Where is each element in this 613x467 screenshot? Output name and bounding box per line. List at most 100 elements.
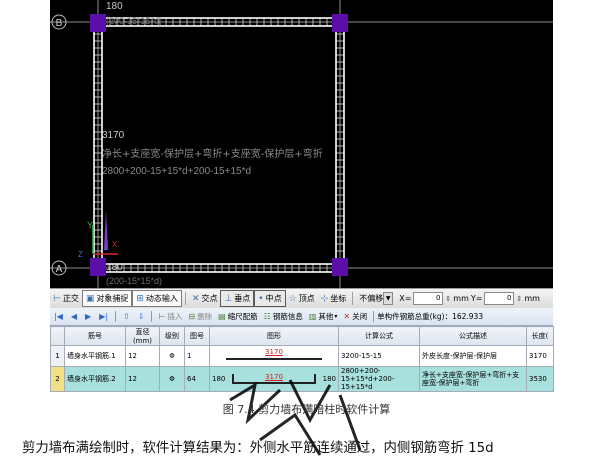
rebar-toolbar: |◀ ◀ ▶ ▶| ⇧ ⇩ ⊢ 插入 ⊟ 删除 ▤ 缩尺配筋 ☷ 钢筋信息 ▥ 其他 ▾ ✕… <box>50 308 553 326</box>
y-spinner-icon[interactable]: ⇕ <box>516 295 522 303</box>
dim-top-expr: (200-15*15*d) <box>106 16 162 26</box>
y-unit: mm <box>524 294 540 303</box>
vertex-button[interactable]: ☆ 顶点 <box>286 291 318 306</box>
ortho-button[interactable]: ⊢ 正交 <box>50 291 82 306</box>
cell-bar-name[interactable]: 墙身水平钢筋.1 <box>64 345 126 367</box>
cell-length[interactable]: 3530 <box>526 366 554 392</box>
ucs-y-label: Y <box>87 220 93 230</box>
header-figure-no[interactable]: 图号 <box>184 326 210 346</box>
toolbar-divider <box>352 292 354 305</box>
cell-grade[interactable]: Φ <box>159 345 185 367</box>
insert-label: 插入 <box>167 312 183 321</box>
dynamic-input-label: 动态输入 <box>145 294 178 303</box>
rebar-info-icon: ☷ <box>263 312 271 321</box>
ortho-icon: ⊢ <box>53 293 61 304</box>
outer-horizontal-rebar <box>93 17 345 273</box>
previous-record-icon[interactable]: ◀ <box>71 312 77 321</box>
insert-icon: ⊢ <box>158 312 166 321</box>
delete-button[interactable]: ⊟ 删除 <box>185 311 215 322</box>
dynamic-input-icon: ⊞ <box>136 293 144 304</box>
header-bar-name[interactable]: 筋号 <box>64 326 126 346</box>
scale-config-icon: ▤ <box>218 312 226 321</box>
ortho-label: 正交 <box>62 294 79 303</box>
total-weight-text: 单构件钢筋总重(kg)：162.933 <box>377 312 484 321</box>
other-label: 其他 <box>318 312 334 321</box>
x-label: X= <box>399 294 412 303</box>
body-paragraph: 剪力墙布满绘制时，软件计算结果为：外侧水平筋连续通过，内侧钢筋弯折 15d <box>22 441 494 456</box>
dynamic-input-button[interactable]: ⊞ 动态输入 <box>132 290 182 307</box>
other-button[interactable]: ▥ 其他 ▾ <box>306 311 341 322</box>
coordinate-label: 坐标 <box>330 294 347 303</box>
y-label: Y= <box>470 294 483 303</box>
midpoint-label: 中点 <box>265 294 282 303</box>
ucs-x-label: X <box>112 240 118 249</box>
close-label: 关闭 <box>352 312 368 321</box>
intersection-icon: ✕ <box>191 293 200 304</box>
last-record-icon[interactable]: ▶| <box>99 312 108 321</box>
cad-viewport[interactable]: B A 180 (200-15*15*d) 3170 净长+支座宽-保护层+弯折… <box>50 0 553 288</box>
header-length[interactable]: 长度( <box>526 326 554 346</box>
object-snap-button[interactable]: ▣ 对象捕捉 <box>81 290 133 307</box>
header-shape[interactable]: 图形 <box>209 326 339 346</box>
move-up-icon[interactable]: ⇧ <box>123 312 130 321</box>
snap-toolbar: ⊢ 正交 ▣ 对象捕捉 ⊞ 动态输入 ✕ 交点 ⊥ 垂点 • 中点 ☆ 顶点 ⊹ 坐标 不偏移 ▼… <box>50 288 553 309</box>
wall-rebar-ladders <box>94 18 344 272</box>
x-unit: mm <box>453 294 469 303</box>
first-record-icon[interactable]: |◀ <box>54 312 63 321</box>
chevron-down-icon: ▾ <box>334 313 338 320</box>
header-grade[interactable]: 级别 <box>159 326 185 346</box>
cad-drawing: B A 180 (200-15*15*d) 3170 净长+支座宽-保护层+弯折… <box>50 0 553 288</box>
object-snap-icon: ▣ <box>85 293 95 304</box>
other-icon: ▥ <box>308 312 317 321</box>
midpoint-button[interactable]: • 中点 <box>254 290 286 307</box>
header-diameter[interactable]: 直径(mm) <box>125 326 160 346</box>
dim-left: 3170 <box>102 130 125 141</box>
cell-description[interactable]: 外皮长度-保护层-保护层 <box>419 345 527 367</box>
column-top-left <box>90 14 106 32</box>
figure-caption: 图 7.4 剪力墙布满暗柱时软件计算 <box>222 403 391 416</box>
insert-button[interactable]: ⊢ 插入 <box>155 311 185 322</box>
toolbar-divider <box>373 311 375 322</box>
header-row-number <box>50 326 65 346</box>
perpendicular-button[interactable]: ⊥ 垂点 <box>220 290 255 307</box>
row-number[interactable]: 1 <box>50 345 65 367</box>
midpoint-icon: • <box>258 293 264 304</box>
offset-select[interactable]: 不偏移 ▼ <box>356 291 396 306</box>
scale-config-label: 缩尺配筋 <box>227 312 258 321</box>
rebar-info-button[interactable]: ☷ 钢筋信息 <box>261 311 306 322</box>
x-input[interactable]: 0 <box>413 292 444 305</box>
intersection-label: 交点 <box>201 294 218 303</box>
ucs-z-label: Z <box>78 250 83 259</box>
rebar-info-label: 钢筋信息 <box>272 312 303 321</box>
header-description[interactable]: 公式描述 <box>419 326 527 346</box>
cell-length[interactable]: 3170 <box>526 345 554 367</box>
formula-description: 净长+支座宽-保护层+弯折+支座宽-保护层+弯折 <box>102 147 323 160</box>
chevron-down-icon[interactable]: ▼ <box>383 292 394 305</box>
delete-label: 删除 <box>197 312 213 321</box>
x-spinner-icon[interactable]: ⇕ <box>445 295 451 303</box>
shape-length-label: 3170 <box>265 348 283 356</box>
intersection-button[interactable]: ✕ 交点 <box>189 291 221 306</box>
dim-bottom-expr: (200-15*15*d) <box>106 276 162 286</box>
coordinate-button[interactable]: ⊹ 坐标 <box>318 291 350 306</box>
cell-diameter[interactable]: 12 <box>125 345 160 367</box>
scale-config-button[interactable]: ▤ 缩尺配筋 <box>215 311 261 322</box>
row-number[interactable]: 2 <box>50 366 65 392</box>
cursor-marker <box>104 210 108 250</box>
cell-bar-name[interactable]: 墙身水平钢筋.2 <box>64 366 126 392</box>
header-formula[interactable]: 计算公式 <box>338 326 420 346</box>
close-button[interactable]: ✕ 关闭 <box>340 311 370 322</box>
cell-description[interactable]: 净长+支座宽-保护层+弯折+支座宽-保护层+弯折 <box>419 366 527 392</box>
column-top-right <box>332 14 348 32</box>
perpendicular-icon: ⊥ <box>224 293 233 304</box>
next-record-icon[interactable]: ▶ <box>85 312 91 321</box>
axis-label-a: A <box>56 264 63 275</box>
column-bottom-right <box>332 258 348 276</box>
delete-icon: ⊟ <box>188 312 196 321</box>
move-down-icon[interactable]: ⇩ <box>138 312 145 321</box>
cell-diameter[interactable]: 12 <box>125 366 160 392</box>
toolbar-divider <box>115 311 117 322</box>
cell-grade[interactable]: Φ <box>159 366 185 392</box>
y-input[interactable]: 0 <box>484 292 515 305</box>
close-icon: ✕ <box>343 312 351 321</box>
